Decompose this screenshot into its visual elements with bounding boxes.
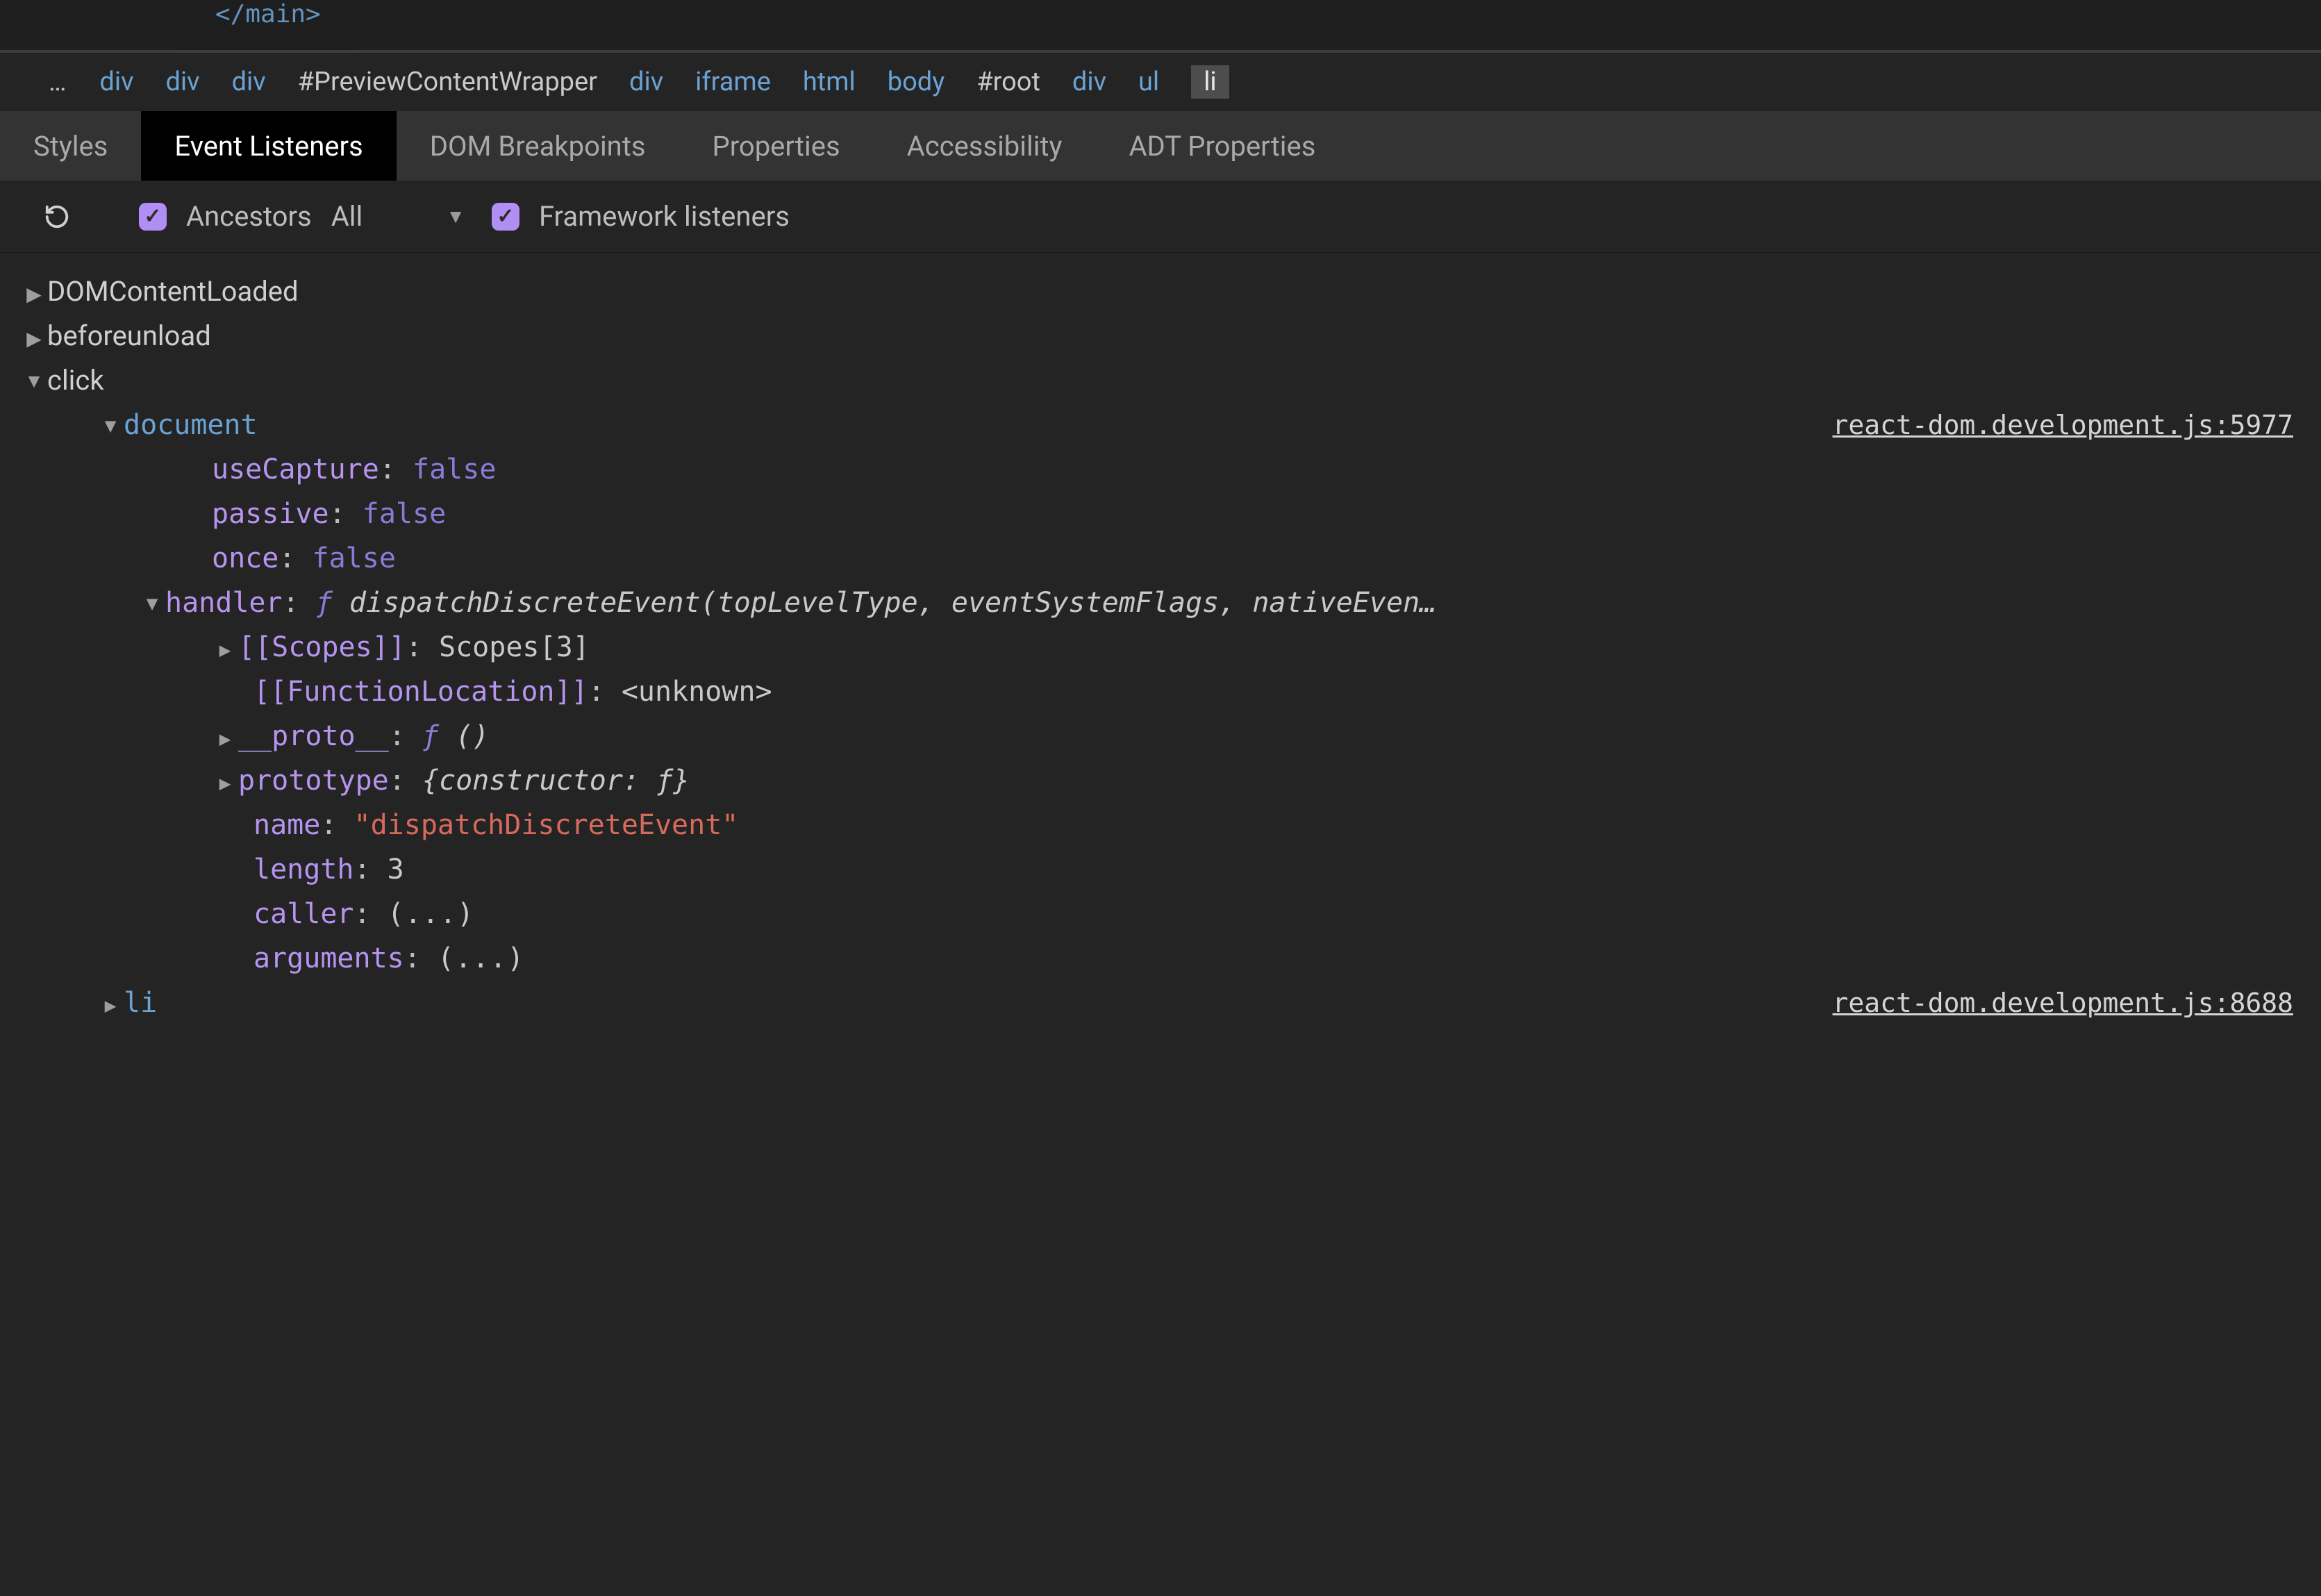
breadcrumb-item[interactable]: div	[232, 67, 266, 97]
event-name: click	[47, 358, 104, 403]
prop-handler[interactable]: ▼ handler: ƒ dispatchDiscreteEvent(topLe…	[21, 581, 2293, 625]
tab-event-listeners[interactable]: Event Listeners	[141, 111, 396, 181]
breadcrumb-item[interactable]: div	[166, 67, 200, 97]
disclosure-triangle-icon[interactable]: ▼	[97, 410, 124, 442]
function-glyph: ƒ	[316, 581, 349, 625]
tab-label: ADT Properties	[1129, 130, 1315, 163]
prop-value[interactable]: (...)	[388, 892, 474, 936]
breadcrumb-item[interactable]: html	[803, 67, 856, 97]
prop-name[interactable]: name: "dispatchDiscreteEvent"	[21, 803, 2293, 847]
prop-scopes[interactable]: ▶[[Scopes]]: Scopes[3]	[21, 625, 2293, 670]
prop-value: ()	[456, 714, 489, 758]
listener-filter-select[interactable]: All ▼	[331, 200, 472, 233]
refresh-icon	[44, 203, 70, 230]
tab-label: Styles	[33, 130, 108, 163]
breadcrumb-item[interactable]: body	[888, 67, 945, 97]
prop-value: {constructor: ƒ}	[422, 758, 690, 803]
tab-accessibility[interactable]: Accessibility	[874, 111, 1096, 181]
event-row-beforeunload[interactable]: ▶ beforeunload	[21, 314, 2293, 358]
disclosure-triangle-icon[interactable]: ▶	[21, 279, 47, 310]
source-line: </main>	[0, 0, 2321, 50]
disclosure-triangle-icon[interactable]: ▶	[212, 724, 238, 755]
source-closing-tag: </main>	[215, 0, 321, 28]
source-link[interactable]: react-dom.development.js:8688	[1833, 982, 2293, 1024]
prop-value: 3	[388, 847, 404, 892]
framework-listeners-checkbox[interactable]: ✓	[492, 203, 519, 231]
source-link[interactable]: react-dom.development.js:5977	[1833, 404, 2293, 447]
prop-key: [[FunctionLocation]]	[253, 670, 588, 714]
disclosure-triangle-icon[interactable]: ▶	[212, 635, 238, 666]
prop-usecapture[interactable]: useCapture: false	[21, 447, 2293, 492]
listener-target-document[interactable]: ▼ document react-dom.development.js:5977	[21, 403, 2293, 447]
prop-key: prototype	[238, 758, 389, 803]
tab-dom-breakpoints[interactable]: DOM Breakpoints	[397, 111, 679, 181]
tab-adt-properties[interactable]: ADT Properties	[1095, 111, 1349, 181]
event-name: DOMContentLoaded	[47, 269, 299, 314]
ancestors-checkbox[interactable]: ✓	[139, 203, 167, 231]
prop-length[interactable]: length: 3	[21, 847, 2293, 892]
prop-key: handler	[165, 581, 283, 625]
disclosure-triangle-icon[interactable]: ▼	[21, 366, 47, 397]
event-row-domcontentloaded[interactable]: ▶ DOMContentLoaded	[21, 269, 2293, 314]
prop-value: false	[363, 492, 446, 536]
breadcrumb-item[interactable]: div	[1072, 67, 1106, 97]
listener-target-li[interactable]: ▶ li react-dom.development.js:8688	[21, 981, 2293, 1025]
refresh-button[interactable]	[42, 201, 72, 232]
prop-key: caller	[253, 892, 354, 936]
breadcrumb-overflow[interactable]: …	[49, 67, 67, 97]
prop-key: passive	[212, 492, 329, 536]
prop-arguments[interactable]: arguments: (...)	[21, 936, 2293, 981]
breadcrumb-item[interactable]: ul	[1138, 67, 1159, 97]
event-listeners-toolbar: ✓ Ancestors All ▼ ✓ Framework listeners	[0, 181, 2321, 253]
breadcrumb-item[interactable]: div	[629, 67, 663, 97]
breadcrumb-item[interactable]: iframe	[695, 67, 771, 97]
prop-value: false	[313, 536, 396, 581]
breadcrumb-item[interactable]: #root	[976, 67, 1040, 97]
function-glyph: ƒ	[422, 714, 456, 758]
event-name: beforeunload	[47, 314, 211, 358]
event-listeners-tree: ▶ DOMContentLoaded ▶ beforeunload ▼ clic…	[0, 253, 2321, 1042]
chevron-down-icon: ▼	[446, 205, 465, 228]
framework-listeners-label: Framework listeners	[539, 200, 790, 233]
prop-proto[interactable]: ▶__proto__: ƒ ()	[21, 714, 2293, 758]
prop-key: [[Scopes]]	[238, 625, 406, 670]
prop-caller[interactable]: caller: (...)	[21, 892, 2293, 936]
breadcrumb: … div div div #PreviewContentWrapper div…	[0, 53, 2321, 111]
prop-key: arguments	[253, 936, 404, 981]
prop-passive[interactable]: passive: false	[21, 492, 2293, 536]
tab-label: Event Listeners	[174, 130, 363, 163]
disclosure-triangle-icon[interactable]: ▶	[97, 990, 124, 1022]
sidebar-tabs: Styles Event Listeners DOM Breakpoints P…	[0, 111, 2321, 181]
listener-target: li	[124, 981, 157, 1025]
prop-functionlocation[interactable]: [[FunctionLocation]]: <unknown>	[21, 670, 2293, 714]
disclosure-triangle-icon[interactable]: ▶	[212, 768, 238, 799]
prop-value: Scopes[3]	[439, 625, 590, 670]
prop-key: once	[212, 536, 278, 581]
prop-value: <unknown>	[622, 670, 772, 714]
listener-target: document	[124, 403, 258, 447]
prop-key: useCapture	[212, 447, 379, 492]
tab-styles[interactable]: Styles	[0, 111, 141, 181]
disclosure-triangle-icon[interactable]: ▶	[21, 324, 47, 355]
prop-key: name	[253, 803, 320, 847]
prop-key: __proto__	[238, 714, 389, 758]
tab-label: Properties	[713, 130, 840, 163]
prop-value: false	[413, 447, 496, 492]
disclosure-triangle-icon[interactable]: ▼	[139, 588, 165, 620]
breadcrumb-item[interactable]: #PreviewContentWrapper	[298, 67, 597, 97]
prop-key: length	[253, 847, 354, 892]
breadcrumb-item[interactable]: div	[99, 67, 133, 97]
tab-label: DOM Breakpoints	[430, 130, 646, 163]
event-row-click[interactable]: ▼ click	[21, 358, 2293, 403]
handler-signature: dispatchDiscreteEvent(topLevelType, even…	[349, 581, 1436, 625]
select-value: All	[331, 200, 363, 233]
prop-once[interactable]: once: false	[21, 536, 2293, 581]
prop-value: "dispatchDiscreteEvent"	[354, 803, 739, 847]
prop-value[interactable]: (...)	[438, 936, 524, 981]
ancestors-label: Ancestors	[186, 200, 312, 233]
tab-label: Accessibility	[907, 130, 1063, 163]
prop-prototype[interactable]: ▶prototype: {constructor: ƒ}	[21, 758, 2293, 803]
breadcrumb-item-current[interactable]: li	[1191, 65, 1229, 99]
tab-properties[interactable]: Properties	[679, 111, 874, 181]
